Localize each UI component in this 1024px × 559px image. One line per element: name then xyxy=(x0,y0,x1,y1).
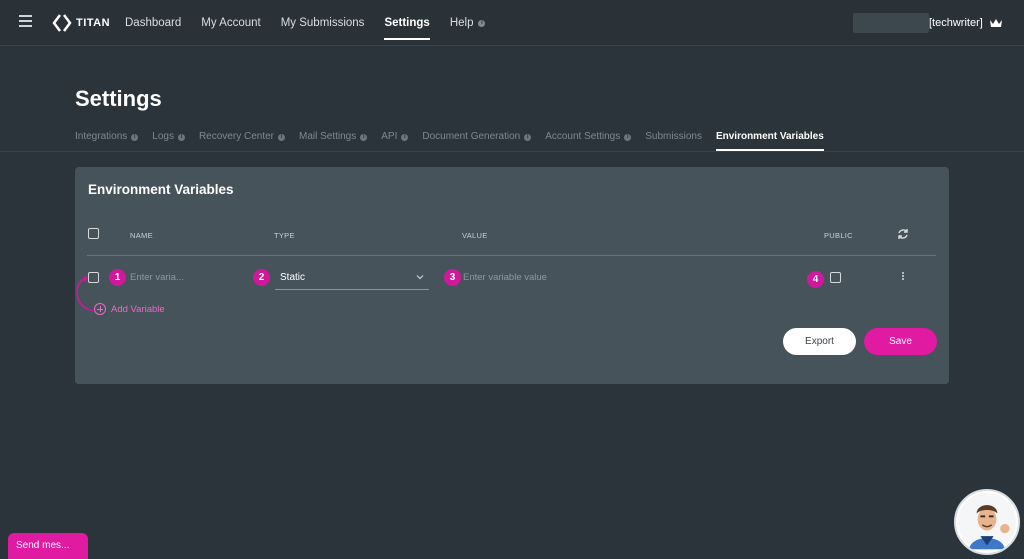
brand-name: TITAN xyxy=(76,17,111,29)
info-icon: i xyxy=(177,133,185,141)
tab-document-generation[interactable]: Document Generation i xyxy=(422,124,532,150)
environment-variables-panel: Environment Variables NAME TYPE VALUE PU… xyxy=(75,167,949,384)
tab-logs[interactable]: Logs i xyxy=(152,124,185,150)
info-icon: i xyxy=(624,133,632,141)
tab-recovery-center[interactable]: Recovery Center i xyxy=(199,124,285,150)
tabs-divider xyxy=(0,151,1024,152)
panel-title: Environment Variables xyxy=(88,182,234,197)
info-icon: i xyxy=(360,133,368,141)
send-message-widget[interactable]: Send mes... xyxy=(8,533,88,559)
avatar xyxy=(853,13,929,33)
variable-name-input[interactable] xyxy=(130,270,250,285)
tab-submissions-label: Submissions xyxy=(645,131,702,142)
info-icon: i xyxy=(478,19,486,27)
select-all-checkbox[interactable] xyxy=(88,228,99,239)
tab-environment-variables[interactable]: Environment Variables xyxy=(715,124,824,151)
callout-badge-4: 4 xyxy=(807,271,824,288)
nav-dashboard-label: Dashboard xyxy=(125,17,182,29)
page-title: Settings xyxy=(75,86,162,111)
chatbot-avatar[interactable] xyxy=(954,489,1020,555)
info-icon: i xyxy=(524,133,532,141)
info-icon: i xyxy=(401,133,409,141)
plus-circle-icon xyxy=(94,303,106,315)
settings-tabs: Integrations i Logs i Recovery Center i Mai… xyxy=(75,124,838,152)
nav-settings-label: Settings xyxy=(384,17,430,29)
callout-badge-2: 2 xyxy=(253,269,270,286)
user-menu[interactable]: [techwriter] xyxy=(853,13,1003,33)
nav-my-account-label: My Account xyxy=(201,17,261,29)
callout-badge-1: 1 xyxy=(109,269,126,286)
tab-logs-label: Logs xyxy=(152,131,174,142)
hamburger-icon[interactable] xyxy=(19,15,32,27)
info-icon: i xyxy=(131,133,139,141)
add-variable-label: Add Variable xyxy=(111,303,165,315)
chevron-down-icon xyxy=(416,275,424,280)
column-header-value: VALUE xyxy=(462,231,488,240)
variable-type-value: Static xyxy=(280,272,306,283)
info-icon: i xyxy=(277,133,285,141)
nav-my-submissions[interactable]: My Submissions xyxy=(281,0,365,46)
tab-document-generation-label: Document Generation xyxy=(422,131,521,142)
tab-api[interactable]: API i xyxy=(381,124,409,150)
tab-recovery-center-label: Recovery Center xyxy=(198,131,274,142)
tab-environment-variables-label: Environment Variables xyxy=(715,131,824,142)
column-header-public: PUBLIC xyxy=(824,231,853,240)
nav-settings[interactable]: Settings xyxy=(384,0,431,46)
tab-api-label: API xyxy=(381,131,398,142)
variable-type-select[interactable]: Static xyxy=(275,269,429,290)
nav-my-submissions-label: My Submissions xyxy=(280,17,365,29)
add-variable-button[interactable]: Add Variable xyxy=(94,303,165,315)
tab-integrations[interactable]: Integrations i xyxy=(75,124,139,150)
crown-icon xyxy=(989,19,1002,27)
robot-mascot-icon xyxy=(957,492,1017,552)
tab-integrations-label: Integrations xyxy=(75,131,128,142)
export-button[interactable]: Export xyxy=(783,328,856,355)
nav-help-label: Help xyxy=(449,17,474,29)
refresh-icon[interactable] xyxy=(897,228,909,240)
nav-help[interactable]: Help i xyxy=(450,0,486,46)
nav-dashboard[interactable]: Dashboard xyxy=(125,0,181,46)
kebab-menu-icon[interactable] xyxy=(901,272,905,282)
variable-value-input[interactable] xyxy=(463,270,763,285)
column-header-type: TYPE xyxy=(274,231,295,240)
tab-submissions[interactable]: Submissions xyxy=(645,124,702,150)
titan-logo-icon xyxy=(52,14,72,32)
public-checkbox[interactable] xyxy=(830,272,841,283)
top-navbar: TITAN Dashboard My Account My Submission… xyxy=(0,0,1024,46)
tab-account-settings[interactable]: Account Settings i xyxy=(545,124,632,150)
callout-badge-3: 3 xyxy=(444,269,461,286)
column-header-name: NAME xyxy=(130,231,153,240)
tab-mail-settings-label: Mail Settings xyxy=(298,131,357,142)
nav-my-account[interactable]: My Account xyxy=(201,0,260,46)
tab-account-settings-label: Account Settings xyxy=(545,131,621,142)
save-button[interactable]: Save xyxy=(864,328,937,355)
titan-logo[interactable]: TITAN xyxy=(52,14,110,32)
tab-mail-settings[interactable]: Mail Settings i xyxy=(298,124,368,150)
username: [techwriter] xyxy=(929,17,983,29)
header-divider xyxy=(87,255,936,256)
